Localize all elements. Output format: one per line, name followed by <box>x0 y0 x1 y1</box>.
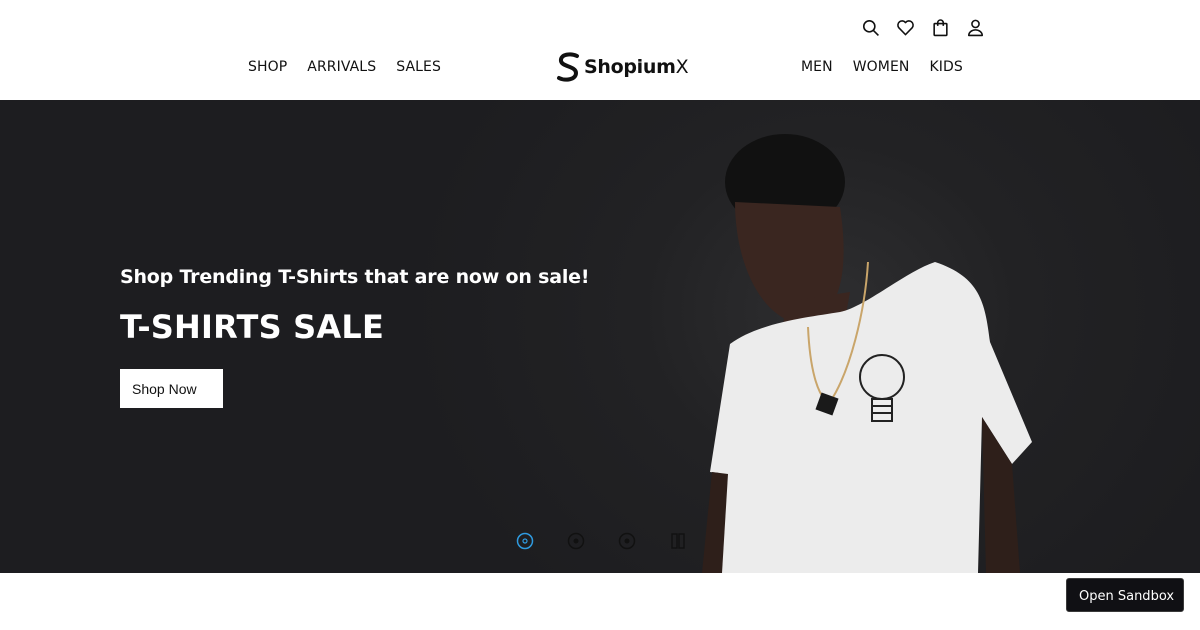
nav-women[interactable]: WOMEN <box>853 59 910 75</box>
hero-title: T-SHIRTS SALE <box>120 308 385 346</box>
hero-subtitle: Shop Trending T-Shirts that are now on s… <box>120 266 590 288</box>
hero-banner: Shop Trending T-Shirts that are now on s… <box>0 100 1200 573</box>
carousel-controls <box>516 532 687 550</box>
primary-nav-right: MEN WOMEN KIDS <box>801 59 963 75</box>
open-sandbox-button[interactable]: Open Sandbox <box>1066 578 1184 612</box>
nav-shop[interactable]: SHOP <box>248 59 287 75</box>
nav-men[interactable]: MEN <box>801 59 833 75</box>
shop-now-button[interactable]: Shop Now <box>120 369 223 408</box>
slide-dot-3[interactable] <box>618 532 636 550</box>
nav-kids[interactable]: KIDS <box>929 59 962 75</box>
logo-mark-icon <box>557 52 579 82</box>
primary-nav-left: SHOP ARRIVALS SALES <box>248 59 441 75</box>
slide-dot-2[interactable] <box>567 532 585 550</box>
hero-copy: Shop Trending T-Shirts that are now on s… <box>120 266 590 346</box>
nav-sales[interactable]: SALES <box>396 59 441 75</box>
hero-model-image <box>702 134 1032 573</box>
header-icon-bar <box>860 16 985 38</box>
nav-arrivals[interactable]: ARRIVALS <box>307 59 376 75</box>
user-icon[interactable] <box>965 16 985 38</box>
search-icon[interactable] <box>860 16 880 38</box>
logo-text-bold: Shopium <box>584 56 676 78</box>
bag-icon[interactable] <box>930 16 950 38</box>
slide-dot-1[interactable] <box>516 532 534 550</box>
logo-text: ShopiumX <box>584 56 689 78</box>
site-header: SHOP ARRIVALS SALES ShopiumX MEN WOMEN K… <box>0 0 1200 100</box>
heart-icon[interactable] <box>895 16 915 38</box>
brand-logo[interactable]: ShopiumX <box>556 52 689 82</box>
logo-text-light: X <box>675 56 689 78</box>
pause-icon[interactable] <box>669 532 687 550</box>
